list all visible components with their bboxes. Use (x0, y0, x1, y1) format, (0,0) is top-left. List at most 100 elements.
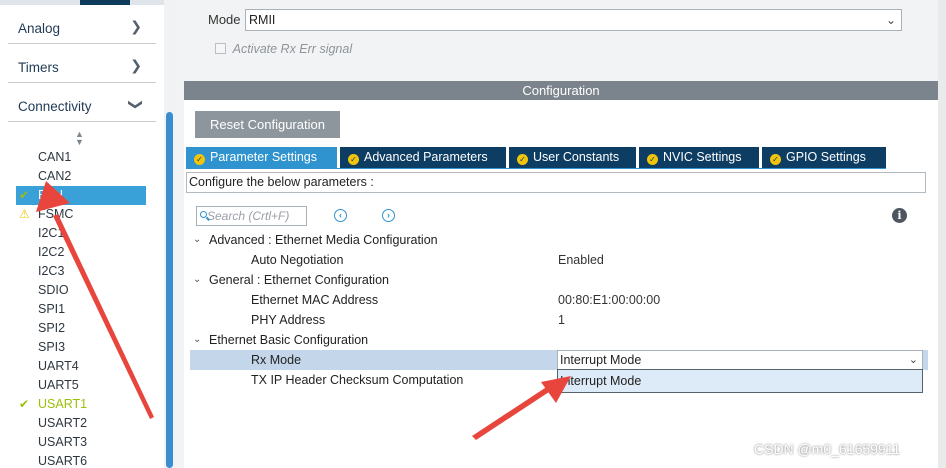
previous-result-icon[interactable]: ‹ (334, 209, 347, 222)
peripheral-label: I2C2 (38, 245, 65, 259)
tab-user-constants[interactable]: ✓ User Constants (509, 147, 636, 168)
check-icon: ✔ (19, 397, 30, 411)
chevron-down-icon: ⌄ (885, 13, 896, 27)
peripheral-label: USART6 (38, 454, 88, 468)
peripheral-item-usart1[interactable]: ✔ USART1 (16, 395, 146, 414)
peripheral-item-spi1[interactable]: SPI1 (16, 300, 146, 319)
mode-select[interactable]: RMII ⌄ (245, 9, 902, 31)
check-circle-icon: ✓ (517, 154, 528, 165)
peripheral-item-i2c3[interactable]: I2C3 (16, 262, 146, 281)
collapse-icon[interactable]: ⌄ (193, 270, 201, 290)
peripheral-label: I2C1 (38, 226, 65, 240)
search-input[interactable]: Search (Crtl+F) (196, 206, 307, 226)
info-icon[interactable]: i (892, 208, 907, 223)
peripheral-item-spi2[interactable]: SPI2 (16, 319, 146, 338)
chevron-down-icon: ❯ (128, 98, 145, 111)
search-placeholder: Search (Crtl+F) (207, 209, 290, 223)
peripheral-item-i2c1[interactable]: I2C1 (16, 224, 146, 243)
tab-label: Advanced Parameters (364, 150, 488, 164)
peripheral-list: CAN1 CAN2 ✔ ETH ⚠ FSMC I2C1 I2C2 I2C3 SDIO… (16, 148, 146, 468)
search-icon (200, 211, 207, 218)
check-circle-icon: ✓ (770, 154, 781, 165)
check-circle-icon: ✓ (348, 154, 359, 165)
group-row[interactable]: ⌄ Ethernet Basic Configuration (190, 330, 928, 350)
group-title: Ethernet Basic Configuration (209, 333, 369, 347)
scrollbar-thumb[interactable] (166, 112, 173, 468)
peripheral-item-i2c2[interactable]: I2C2 (16, 243, 146, 262)
peripheral-item-usart2[interactable]: USART2 (16, 414, 146, 433)
category-analog[interactable]: Analog ❯ (8, 5, 156, 44)
peripheral-label: SPI2 (38, 321, 66, 335)
configuration-tabs: ✓ Parameter Settings ✓ Advanced Parameters… (186, 147, 886, 168)
peripheral-label: UART4 (38, 359, 79, 373)
check-circle-icon: ✓ (194, 154, 205, 165)
peripheral-label: CAN1 (38, 150, 72, 164)
reset-configuration-button[interactable]: Reset Configuration (195, 111, 340, 138)
group-row[interactable]: ⌄ Advanced : Ethernet Media Configuratio… (190, 230, 928, 250)
sidebar-scrollbar[interactable] (164, 0, 176, 468)
peripheral-label: UART5 (38, 378, 79, 392)
peripheral-label: I2C3 (38, 264, 65, 278)
peripheral-label: USART2 (38, 416, 88, 430)
peripheral-item-fsmc[interactable]: ⚠ FSMC (16, 205, 146, 224)
panel-scrollbar[interactable] (938, 0, 946, 468)
peripheral-label: USART3 (38, 435, 88, 449)
next-result-icon[interactable]: › (382, 209, 395, 222)
parameter-row-rx-mode[interactable]: Rx Mode Interrupt Mode ⌄ (190, 350, 928, 370)
parameter-name: PHY Address (251, 313, 326, 327)
watermark: CSDN @m0_61659911 (754, 441, 901, 457)
group-title: General : Ethernet Configuration (209, 273, 389, 287)
tab-label: NVIC Settings (663, 150, 742, 164)
rx-mode-select[interactable]: Interrupt Mode ⌄ (557, 350, 923, 370)
parameter-value: Enabled (558, 253, 604, 267)
category-label: Analog (18, 21, 61, 36)
parameter-row[interactable]: PHY Address 1 (190, 310, 928, 330)
peripheral-label: ETH (38, 188, 63, 202)
parameter-value: 00:80:E1:00:00:00 (558, 293, 661, 307)
sort-icon[interactable]: ▲ ▼ (75, 130, 84, 147)
peripheral-item-usart3[interactable]: USART3 (16, 433, 146, 452)
peripheral-label: SDIO (38, 283, 69, 297)
tab-nvic-settings[interactable]: ✓ NVIC Settings (639, 147, 759, 168)
parameter-name: TX IP Header Checksum Computation (251, 373, 464, 387)
activate-rx-err-checkbox[interactable] (215, 43, 226, 55)
chevron-right-icon: ❯ (130, 18, 142, 34)
category-connectivity[interactable]: Connectivity ❯ (8, 83, 156, 122)
collapse-icon[interactable]: ⌄ (193, 330, 201, 350)
category-label: Connectivity (18, 99, 92, 114)
peripheral-item-usart6[interactable]: USART6 (16, 452, 146, 468)
tab-parameter-settings[interactable]: ✓ Parameter Settings (186, 147, 337, 168)
mode-configuration-panel: Mode RMII ⌄ Activate Rx Err signal Confi… (176, 0, 946, 468)
peripheral-item-eth[interactable]: ✔ ETH (16, 186, 146, 205)
parameter-row[interactable]: Ethernet MAC Address 00:80:E1:00:00:00 (190, 290, 928, 310)
check-icon: ✔ (19, 188, 30, 202)
sidebar: Analog ❯ Timers ❯ Connectivity ❯ ▲ ▼ CAN1… (0, 0, 176, 468)
group-row[interactable]: ⌄ General : Ethernet Configuration (190, 270, 928, 290)
peripheral-item-can1[interactable]: CAN1 (16, 148, 146, 167)
tab-gpio-settings[interactable]: ✓ GPIO Settings (762, 147, 886, 168)
parameter-name: Auto Negotiation (251, 253, 344, 267)
peripheral-item-spi3[interactable]: SPI3 (16, 338, 146, 357)
group-title: Advanced : Ethernet Media Configuration (209, 233, 438, 247)
mode-label: Mode (208, 12, 241, 27)
category-timers[interactable]: Timers ❯ (8, 44, 156, 83)
peripheral-label: SPI3 (38, 340, 66, 354)
peripheral-label: FSMC (38, 207, 74, 221)
tab-label: Parameter Settings (210, 150, 317, 164)
chevron-down-icon: ⌄ (908, 354, 918, 366)
category-label: Timers (18, 60, 59, 75)
tab-advanced-parameters[interactable]: ✓ Advanced Parameters (340, 147, 506, 168)
instruction-text: Configure the below parameters : (186, 172, 926, 193)
parameter-row[interactable]: Auto Negotiation Enabled (190, 250, 928, 270)
peripheral-item-uart4[interactable]: UART4 (16, 357, 146, 376)
peripheral-label: SPI1 (38, 302, 66, 316)
tab-label: GPIO Settings (786, 150, 866, 164)
collapse-icon[interactable]: ⌄ (193, 230, 201, 250)
chevron-right-icon: ❯ (130, 57, 142, 73)
activate-rx-err-label: Activate Rx Err signal (232, 41, 353, 56)
parameter-name: Ethernet MAC Address (251, 293, 379, 307)
peripheral-item-sdio[interactable]: SDIO (16, 281, 146, 300)
rx-mode-dropdown-option[interactable]: Interrupt Mode (557, 369, 923, 393)
peripheral-item-can2[interactable]: CAN2 (16, 167, 146, 186)
peripheral-item-uart5[interactable]: UART5 (16, 376, 146, 395)
